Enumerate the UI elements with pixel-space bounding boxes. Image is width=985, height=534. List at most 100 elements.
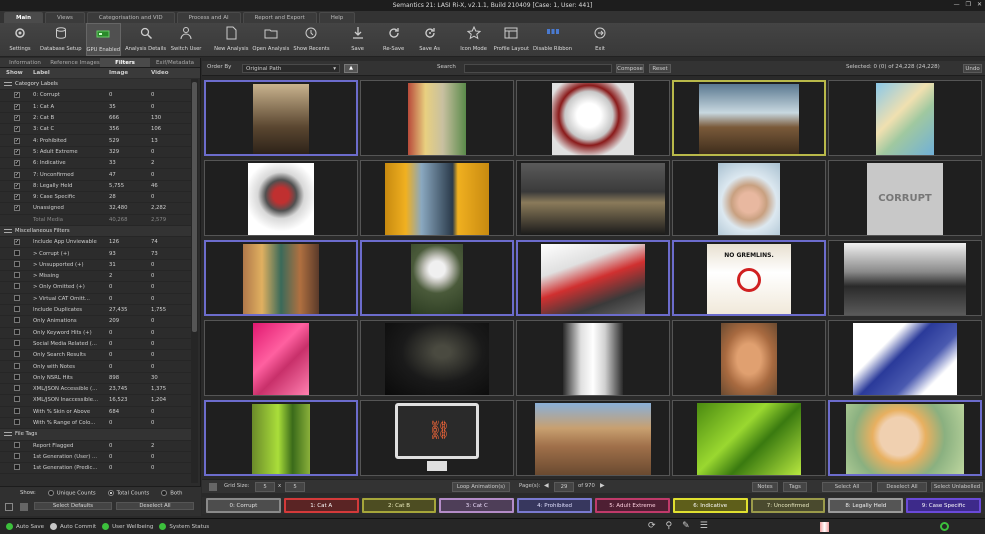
filter-checkbox[interactable]: ✓ [14, 148, 20, 155]
radio-button[interactable] [107, 489, 114, 496]
database-setup-button[interactable]: Database Setup [40, 23, 82, 56]
filter-row[interactable]: > Corrupt (+) 93 73 [0, 248, 191, 260]
filter-row[interactable]: Report Flagged 0 2 [0, 441, 191, 452]
filter-checkbox[interactable] [14, 260, 20, 267]
filter-row[interactable]: ✓ 2: Cat B 666 130 [0, 113, 191, 125]
close-icon[interactable]: ✕ [977, 1, 982, 8]
filter-checkbox[interactable]: ✓ [14, 103, 20, 110]
collapse-icon[interactable] [4, 432, 12, 437]
grid-rows-stepper[interactable]: 5 [285, 482, 305, 492]
filter-checkbox[interactable] [14, 419, 20, 426]
category-5-adult-extreme-button[interactable]: 5: Adult Extreme [594, 498, 670, 513]
filter-checkbox[interactable] [14, 407, 20, 414]
search-icon[interactable]: ⚲ [666, 521, 673, 531]
prev-page-icon[interactable]: ◀ [544, 482, 549, 489]
filter-checkbox[interactable]: ✓ [14, 160, 20, 167]
filter-row[interactable]: ✓ 3: Cat C 356 106 [0, 124, 191, 136]
select-all-button[interactable]: Select All [822, 482, 872, 492]
filter-checkbox[interactable] [14, 396, 20, 403]
filter-row[interactable]: ✓ 1: Cat A 35 0 [0, 102, 191, 113]
left-tab-exif-metadata[interactable]: Exif/Metadata [150, 58, 200, 67]
grid-cols-stepper[interactable]: 5 [255, 482, 275, 492]
menu-tab-categorisation-and-vid[interactable]: Categorisation and VID [86, 12, 175, 23]
switch-user-button[interactable]: Switch User [170, 23, 202, 56]
media-thumbnail[interactable] [828, 80, 982, 156]
filter-row[interactable]: > Missing 2 0 [0, 271, 191, 283]
left-tab-filters[interactable]: Filters [100, 58, 150, 67]
filter-checkbox[interactable] [14, 373, 20, 380]
order-by-select[interactable]: Original Path ▾ [242, 64, 340, 73]
grid-icon[interactable] [20, 503, 28, 511]
filter-row[interactable]: 1st Generation (User) ... 0 0 [0, 452, 191, 464]
media-thumbnail[interactable] [204, 160, 358, 236]
gpu-enabled-button[interactable]: GPU Enabled [85, 23, 122, 56]
count-mode-both[interactable]: Both [161, 489, 183, 496]
filter-row[interactable]: > Virtual CAT Omitt... 0 0 [0, 294, 191, 305]
filter-row[interactable]: 1st Generation (Predic... 0 0 [0, 463, 191, 475]
select-unlabelled-button[interactable]: Select Unlabelled [931, 482, 983, 492]
filter-row[interactable]: ✓ 0: Corrupt 0 0 [0, 90, 191, 102]
media-thumbnail[interactable] [360, 240, 514, 316]
menu-tab-help[interactable]: Help [318, 12, 356, 23]
col-video[interactable]: Video [151, 70, 187, 76]
filter-checkbox[interactable] [14, 283, 20, 290]
left-tab-reference-images[interactable]: Reference Images [50, 58, 100, 67]
deselect-all-button[interactable]: Deselect All [877, 482, 927, 492]
filter-checkbox[interactable] [14, 351, 20, 358]
media-thumbnail[interactable] [672, 80, 826, 156]
media-thumbnail[interactable] [516, 320, 670, 396]
filter-checkbox[interactable] [14, 294, 20, 301]
media-thumbnail[interactable] [828, 240, 982, 316]
left-tab-information[interactable]: Information [0, 58, 50, 67]
filter-checkbox[interactable] [14, 272, 20, 279]
media-thumbnail[interactable] [360, 80, 514, 156]
settings-button[interactable]: Settings [4, 23, 36, 56]
next-page-icon[interactable]: ▶ [600, 482, 605, 489]
category-2-cat-b-button[interactable]: 2: Cat B [361, 498, 437, 513]
filter-checkbox[interactable]: ✓ [14, 171, 20, 178]
restore-icon[interactable]: ❐ [966, 1, 971, 8]
reset-button[interactable]: Reset [649, 64, 671, 73]
filter-checkbox[interactable]: ✓ [14, 92, 20, 99]
status-user-wellbeing[interactable]: User Wellbeing [102, 523, 153, 530]
icon-mode-button[interactable]: Icon Mode [458, 23, 490, 56]
filter-row[interactable]: ✓ 4: Prohibited 529 13 [0, 135, 191, 147]
save-button[interactable]: Save [342, 23, 374, 56]
re-save-button[interactable]: Re-Save [378, 23, 410, 56]
page-input[interactable]: 29 [554, 482, 574, 492]
select-defaults-button[interactable]: Select Defaults [34, 502, 112, 510]
minimize-icon[interactable]: — [954, 1, 960, 8]
col-label[interactable]: Label [33, 70, 109, 76]
status-auto-commit[interactable]: Auto Commit [50, 523, 96, 530]
filter-row[interactable]: XML/JSON Inaccessible... 16,523 1,204 [0, 395, 191, 407]
new-analysis-button[interactable]: New Analysis [214, 23, 248, 56]
search-input[interactable] [464, 64, 612, 73]
filter-checkbox[interactable] [14, 362, 20, 369]
collapse-icon[interactable] [4, 82, 12, 87]
filter-row[interactable]: Only Keyword Hits (+) 0 0 [0, 328, 191, 339]
undo-button[interactable]: Undo [963, 64, 982, 73]
filter-row[interactable]: ✓ 5: Adult Extreme 329 0 [0, 147, 191, 159]
compose-button[interactable]: Compose [616, 64, 644, 73]
media-thumbnail[interactable] [204, 80, 358, 156]
filter-checkbox[interactable] [14, 328, 20, 335]
media-thumbnail[interactable] [360, 160, 514, 236]
filter-row[interactable]: Social Media Related (... 0 0 [0, 339, 191, 351]
filter-row[interactable]: ✓ 9: Case Specific 28 0 [0, 192, 191, 204]
filter-checkbox[interactable] [14, 249, 20, 256]
sort-direction-icon[interactable]: ▲ [344, 64, 358, 73]
save-as-button[interactable]: Save As [414, 23, 446, 56]
menu-tab-views[interactable]: Views [45, 12, 85, 23]
col-image[interactable]: Image [109, 70, 151, 76]
filter-row[interactable]: > Unsupported (+) 31 0 [0, 260, 191, 272]
menu-tab-main[interactable]: Main [4, 12, 43, 23]
media-thumbnail[interactable] [672, 320, 826, 396]
media-thumbnail[interactable] [828, 400, 982, 476]
filter-checkbox[interactable]: ✓ [14, 182, 20, 189]
filter-row[interactable]: With % Skin or Above 684 0 [0, 407, 191, 418]
media-thumbnail[interactable] [672, 400, 826, 476]
scrollbar-thumb[interactable] [192, 82, 197, 332]
loop-animations-button[interactable]: Loop Animation(s) [452, 482, 510, 492]
pen-icon[interactable]: ✎ [682, 521, 690, 531]
filter-row[interactable]: Only Animations 209 0 [0, 316, 191, 328]
